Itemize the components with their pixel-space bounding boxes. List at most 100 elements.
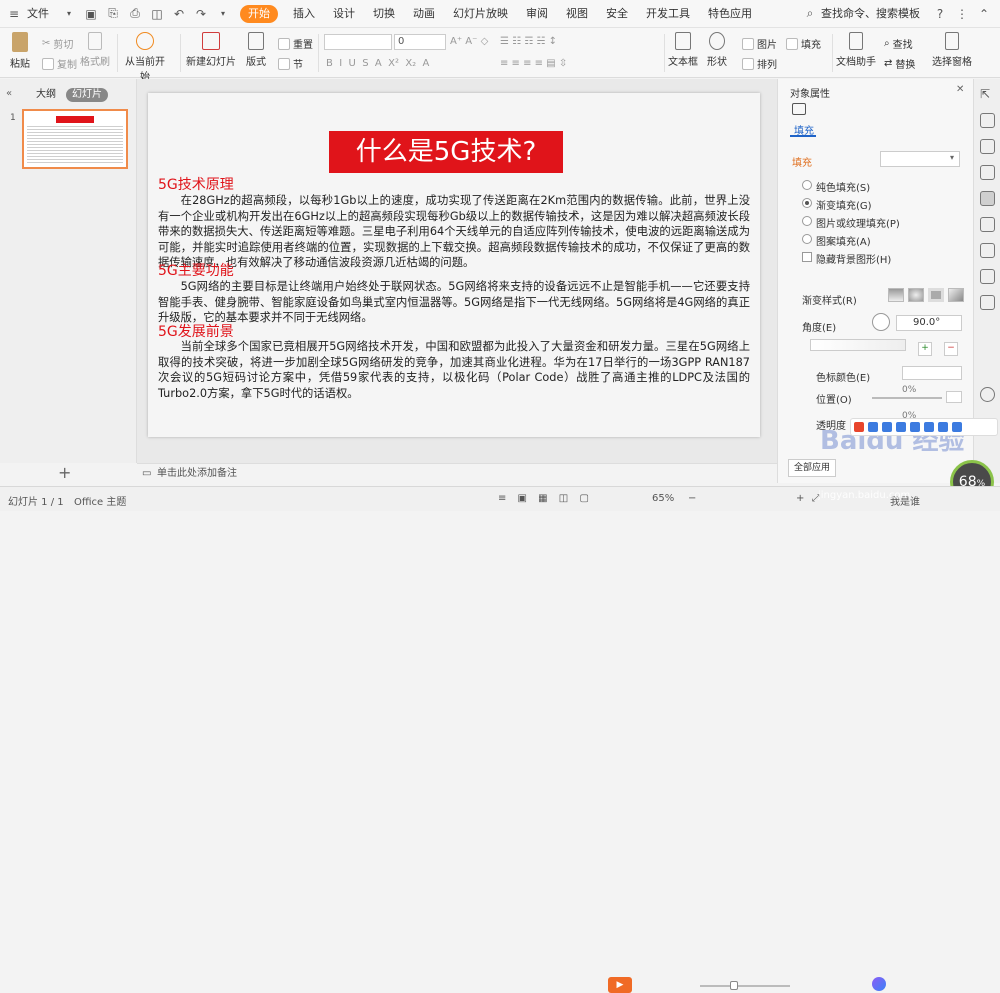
slide-thumbnail[interactable] xyxy=(22,109,128,169)
tab-outline[interactable]: 大纲 xyxy=(30,88,62,102)
gradient-style-radial[interactable] xyxy=(908,288,924,302)
zoom-level[interactable]: 65% xyxy=(652,493,674,504)
align-buttons[interactable]: ≡ ≡ ≡ ≡ ▤ ⇳ xyxy=(500,58,567,69)
picture-button[interactable]: 图片 xyxy=(742,36,777,51)
font-grow-buttons[interactable]: A⁺ A⁻ ◇ xyxy=(450,36,488,47)
panel-close-icon[interactable]: ✕ xyxy=(956,84,964,95)
pattern-fill-radio[interactable] xyxy=(802,234,812,244)
position-input[interactable] xyxy=(946,391,962,403)
section-heading[interactable]: 5G发展前景 xyxy=(158,324,234,340)
copy-icon[interactable] xyxy=(980,165,995,180)
collapse-icon[interactable]: « xyxy=(6,88,12,99)
tab-insert[interactable]: 插入 xyxy=(284,0,324,28)
zoom-out-button[interactable]: − xyxy=(688,493,696,504)
font-size-select[interactable]: 0 xyxy=(394,34,446,50)
paste-button[interactable]: 粘贴 xyxy=(6,28,34,70)
shape-props-icon[interactable] xyxy=(980,113,995,128)
gradient-fill-radio[interactable] xyxy=(802,198,812,208)
picture-fill-radio[interactable] xyxy=(802,216,812,226)
reset-button[interactable]: 重置 xyxy=(278,36,313,51)
fill-dropdown[interactable] xyxy=(880,151,960,167)
chevron-down-icon[interactable]: ▾ xyxy=(215,6,231,22)
tab-design[interactable]: 设计 xyxy=(324,0,364,28)
section-body[interactable]: 在28GHz的超高频段，以每秒1Gb以上的速度，成功实现了传送距离在2Km范围内… xyxy=(158,193,750,271)
print-icon[interactable]: ⎙ xyxy=(127,6,143,22)
tab-features[interactable]: 特色应用 xyxy=(699,0,761,28)
add-stop-button[interactable]: + xyxy=(918,342,932,356)
chevron-down-icon[interactable]: ▾ xyxy=(61,6,77,22)
tab-view[interactable]: 视图 xyxy=(557,0,597,28)
help-icon[interactable] xyxy=(980,387,995,402)
zoom-in-button[interactable]: + xyxy=(796,493,804,504)
hide-bg-checkbox[interactable] xyxy=(802,252,812,262)
select-pane-button[interactable]: 选择窗格 xyxy=(932,28,972,68)
tab-home[interactable]: 开始 xyxy=(240,4,278,23)
notes-placeholder[interactable]: 单击此处添加备注 xyxy=(157,468,237,479)
tab-developer[interactable]: 开发工具 xyxy=(637,0,699,28)
pattern-fill-label[interactable]: 图案填充(A) xyxy=(816,233,871,248)
ime-toolbar[interactable] xyxy=(850,418,998,436)
fill-icon[interactable] xyxy=(792,103,806,115)
more-icon[interactable]: ⋮ xyxy=(954,6,970,22)
textbox-button[interactable]: 文本框 xyxy=(668,28,698,68)
play-from-current-button[interactable]: 从当前开始 xyxy=(121,28,169,83)
object-icon[interactable] xyxy=(980,139,995,154)
help-icon[interactable]: ? xyxy=(932,6,948,22)
zoom-slider[interactable] xyxy=(700,985,790,987)
cut-button[interactable]: ✂ 剪切 xyxy=(42,36,73,51)
gradient-bar[interactable] xyxy=(810,339,906,351)
save-icon[interactable]: ▣ xyxy=(83,6,99,22)
fill-button[interactable]: 填充 xyxy=(786,36,821,51)
pen-icon[interactable] xyxy=(980,295,995,310)
replace-button[interactable]: ⇄ 替换 xyxy=(884,56,915,71)
font-name-select[interactable] xyxy=(324,34,392,50)
animation-icon[interactable] xyxy=(980,243,995,258)
section-heading[interactable]: 5G技术原理 xyxy=(158,177,234,193)
tab-slides[interactable]: 幻灯片 xyxy=(66,88,108,102)
gradient-style-rect[interactable] xyxy=(928,288,944,302)
slide-canvas[interactable]: 什么是5G技术? 5G技术原理 在28GHz的超高频段，以每秒1Gb以上的速度，… xyxy=(148,93,760,437)
account-avatar[interactable] xyxy=(872,977,886,991)
chevron-up-icon[interactable]: ⌃ xyxy=(976,6,992,22)
redo-icon[interactable]: ↷ xyxy=(193,6,209,22)
section-heading[interactable]: 5G主要功能 xyxy=(158,263,234,279)
hide-bg-label[interactable]: 隐藏背景图形(H) xyxy=(816,251,891,266)
gradient-fill-label[interactable]: 渐变填充(G) xyxy=(816,197,872,212)
solid-fill-label[interactable]: 纯色填充(S) xyxy=(816,179,870,194)
slide-title[interactable]: 什么是5G技术? xyxy=(329,131,563,173)
play-slideshow-button[interactable]: ▶ xyxy=(608,977,632,993)
font-style-buttons[interactable]: B I U S A X² X₂ A xyxy=(326,58,429,69)
format-painter-button[interactable]: 格式刷 xyxy=(80,28,110,68)
picture-fill-label[interactable]: 图片或纹理填充(P) xyxy=(816,215,900,230)
preview-icon[interactable]: ◫ xyxy=(149,6,165,22)
search-icon[interactable]: ⌕ xyxy=(802,6,818,22)
shape-button[interactable]: 形状 xyxy=(704,28,730,68)
tab-animation[interactable]: 动画 xyxy=(404,0,444,28)
section-button[interactable]: 节 xyxy=(278,56,303,71)
section-body[interactable]: 当前全球多个国家已竟相展开5G网络技术开发，中国和欧盟都为此投入了大量资金和研发… xyxy=(158,339,750,401)
position-slider[interactable] xyxy=(872,397,942,399)
angle-input[interactable]: 90.0° xyxy=(896,315,962,331)
paragraph-buttons[interactable]: ☰ ☷ ☶ ☵ ↕ xyxy=(500,36,557,47)
remove-stop-button[interactable]: − xyxy=(944,342,958,356)
tools-icon[interactable] xyxy=(980,269,995,284)
apply-all-button[interactable]: 全部应用 xyxy=(788,459,836,477)
solid-fill-radio[interactable] xyxy=(802,180,812,190)
section-body[interactable]: 5G网络的主要目标是让终端用户始终处于联网状态。5G网络将来支持的设备远远不止是… xyxy=(158,279,750,326)
tab-security[interactable]: 安全 xyxy=(597,0,637,28)
arrange-button[interactable]: 排列 xyxy=(742,56,777,71)
zoom-slider-thumb[interactable] xyxy=(730,981,738,990)
find-button[interactable]: ⌕ 查找 xyxy=(884,36,913,51)
command-search[interactable]: 查找命令、搜索模板 xyxy=(821,0,929,28)
layout-icon[interactable] xyxy=(980,217,995,232)
undo-icon[interactable]: ↶ xyxy=(171,6,187,22)
tab-review[interactable]: 审阅 xyxy=(517,0,557,28)
fill-section-label[interactable]: 填充 xyxy=(792,154,812,169)
pointer-icon[interactable]: ⇱ xyxy=(980,87,995,102)
angle-dial[interactable] xyxy=(872,313,890,331)
stop-color-dropdown[interactable] xyxy=(902,366,962,380)
export-icon[interactable]: ⎘ xyxy=(105,6,121,22)
gradient-style-path[interactable] xyxy=(948,288,964,302)
menu-icon[interactable]: ≡ xyxy=(6,6,22,22)
add-slide-button[interactable]: + xyxy=(58,463,71,482)
